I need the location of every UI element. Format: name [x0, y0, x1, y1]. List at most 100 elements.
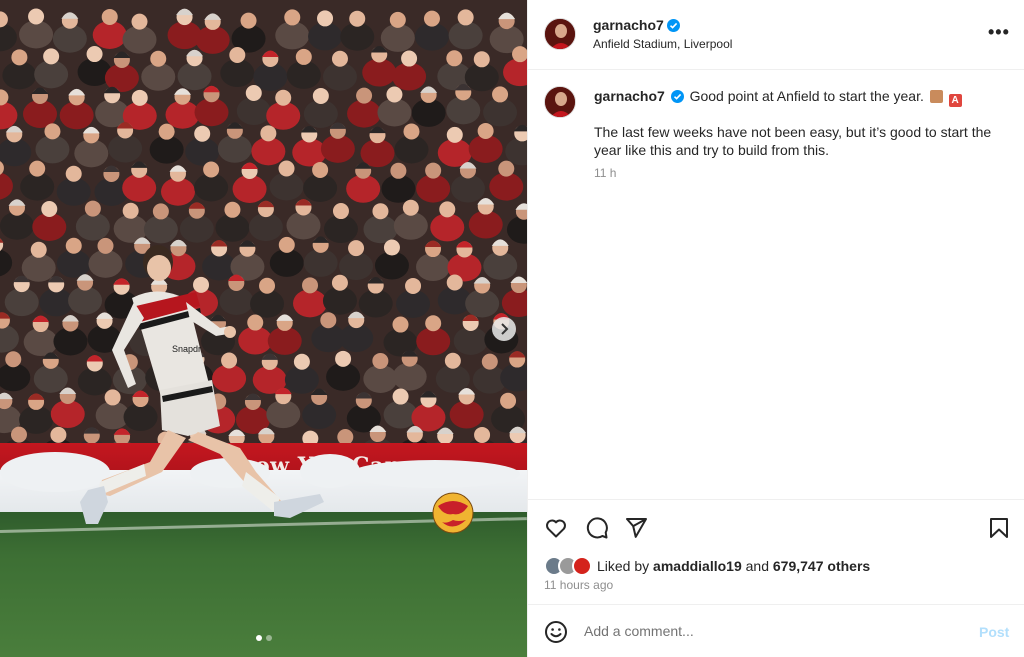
crowd-spectator-body — [92, 20, 127, 49]
post-timestamp[interactable]: 11 hours ago — [544, 578, 613, 592]
crowd-spectator-body — [220, 59, 255, 88]
crowd-spectator-body — [34, 60, 69, 89]
carousel-next-button[interactable] — [492, 317, 516, 341]
crowd-spectator-face — [386, 86, 403, 103]
bookmark-icon[interactable] — [987, 516, 1011, 540]
crowd-spectator-face — [348, 240, 365, 257]
caption-body: The last few weeks have not been easy, b… — [594, 124, 992, 158]
carousel-dot-active — [256, 635, 262, 641]
verified-badge-icon — [667, 19, 680, 32]
crowd-spectator-face — [439, 201, 456, 218]
comment-input[interactable] — [584, 619, 964, 643]
crowd-spectator-body — [20, 172, 55, 201]
caption-headline: Good point at Anfield to start the year. — [689, 88, 924, 104]
crowd-spectator-face — [203, 161, 220, 178]
crowd-spectator-body — [468, 210, 503, 239]
crowd-spectator-face — [312, 161, 329, 178]
crowd-spectator-body — [308, 22, 343, 51]
crowd-spectator-face — [356, 87, 373, 104]
avatar[interactable] — [572, 556, 592, 576]
verified-badge-icon — [670, 90, 684, 103]
crowd-spectator-face — [389, 11, 406, 28]
crowd-spectator-body — [122, 25, 157, 54]
crowd-spectator-body — [165, 100, 200, 129]
crowd-spectator-body — [363, 364, 398, 393]
crowd-spectator-face — [131, 13, 148, 30]
footballer-figure: Snapdr — [80, 245, 324, 524]
crowd-spectator-body — [381, 174, 416, 203]
crowd-spectator-body — [416, 327, 451, 356]
crowd-spectator-body — [346, 174, 381, 203]
crowd-spectator-body — [160, 177, 195, 206]
likes-prefix: Liked by — [597, 558, 650, 574]
crowd-spectator-face — [84, 200, 101, 217]
crowd-spectator-body — [416, 253, 451, 282]
crowd-spectator-face — [150, 50, 167, 67]
crowd-spectator-body — [450, 174, 485, 203]
crowd-spectator-face — [401, 50, 418, 67]
crowd-spectator-face — [403, 123, 420, 140]
crowd-spectator-face — [317, 10, 334, 27]
crowd-spectator-body — [248, 213, 283, 242]
crowd-spectator-face — [477, 122, 494, 139]
crowd-spectator-body — [449, 400, 484, 429]
crowd-spectator-body — [483, 98, 518, 127]
share-icon[interactable] — [624, 516, 648, 540]
post-comment-button[interactable]: Post — [979, 624, 1009, 640]
action-bar: Liked by amaddiallo19 and 679,747 others… — [528, 499, 1024, 604]
crowd-spectator-body — [177, 62, 212, 91]
crowd-spectator-body — [286, 60, 321, 89]
crowd-spectator-face — [349, 10, 366, 27]
caption-username-link[interactable]: garnacho7 — [594, 88, 665, 104]
crowd-spectator-body — [286, 211, 321, 240]
crowd-spectator-body — [320, 134, 355, 163]
crowd-spectator-face — [392, 316, 409, 333]
comment-bar: Post — [528, 604, 1024, 657]
more-options-button[interactable]: ••• — [988, 22, 1010, 43]
likes-others-link[interactable]: 679,747 others — [773, 558, 870, 574]
crowd-spectator-body — [347, 99, 382, 128]
flexed-biceps-icon — [929, 90, 943, 103]
crowd-spectator-face — [224, 201, 241, 218]
football — [432, 492, 474, 534]
chevron-right-icon — [501, 323, 509, 335]
caption-avatar[interactable] — [544, 86, 576, 118]
post-media[interactable]: ow You Can Snapdr — [0, 0, 527, 657]
crowd-spectator-body — [75, 212, 110, 241]
crowd-spectator-body — [392, 62, 427, 91]
emoji-icon[interactable] — [544, 620, 568, 644]
crowd-spectator-body — [275, 21, 310, 50]
liked-by-user-link[interactable]: amaddiallo19 — [653, 558, 742, 574]
avatar[interactable] — [544, 18, 576, 50]
crowd-spectator-face — [240, 12, 257, 29]
crowd-spectator-face — [500, 392, 517, 409]
crowd-spectator-face — [10, 426, 27, 443]
comment-icon[interactable] — [585, 516, 609, 540]
crowd-spectator-body — [185, 137, 220, 166]
crowd-spectator-face — [474, 426, 491, 443]
crowd-spectator-face — [457, 9, 474, 26]
crowd-spectator-body — [122, 173, 157, 202]
crowd-spectator-body — [33, 364, 68, 393]
crowd-spectator-face — [152, 203, 169, 220]
crowd-spectator-body — [362, 58, 397, 87]
crowd-spectator-face — [312, 87, 329, 104]
crowd-spectator-body — [32, 212, 67, 241]
crowd-spectator-face — [390, 162, 407, 179]
crowd-spectator-face — [28, 8, 45, 25]
crowd-spectator-body — [339, 252, 374, 281]
username-link[interactable]: garnacho7 — [593, 17, 664, 33]
crowd-spectator-body — [303, 173, 338, 202]
crowd-spectator-body — [453, 326, 488, 355]
crowd-spectator-face — [245, 85, 262, 102]
crowd-spectator-face — [65, 165, 82, 182]
location-link[interactable]: Anfield Stadium, Liverpool — [593, 37, 732, 51]
crowd-spectator-face — [492, 86, 509, 103]
crowd-spectator-body — [340, 22, 375, 51]
crowd-spectator-body — [167, 21, 202, 50]
letter-a-button-icon: A — [948, 94, 962, 107]
heart-icon[interactable] — [544, 516, 568, 540]
crowd-spectator-body — [446, 96, 481, 125]
shirt-sponsor: Snapdr — [172, 344, 201, 354]
crowd-spectator-face — [278, 160, 295, 177]
